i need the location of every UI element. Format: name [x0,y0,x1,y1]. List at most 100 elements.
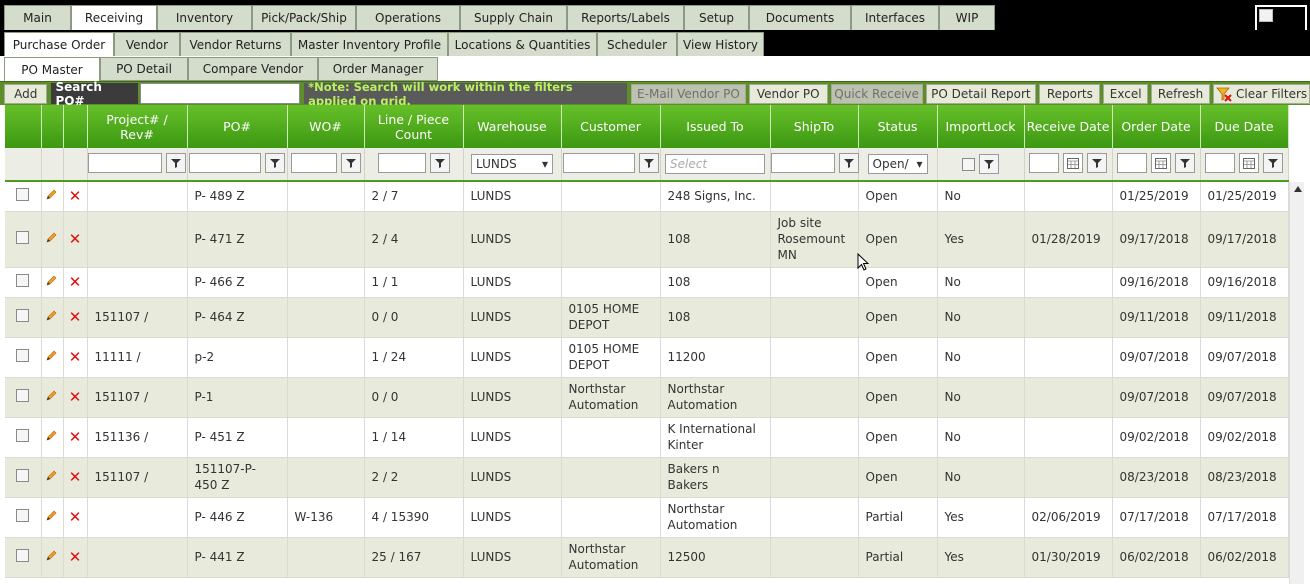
table-row[interactable]: ✕ P- 489 Z 2 / 7 LUNDS 248 Signs, Inc. Open No… [5,181,1289,212]
col-wo[interactable]: WO# [287,105,365,148]
tab-compare-vendor[interactable]: Compare Vendor [188,57,318,81]
edit-pencil-icon[interactable] [46,232,58,246]
filter-icon[interactable] [1175,152,1195,173]
count-filter-input[interactable] [377,152,426,173]
delete-x-icon[interactable]: ✕ [69,468,82,486]
col-project[interactable]: Project# / Rev# [87,105,188,148]
tab-purchase-order[interactable]: Purchase Order [4,32,114,56]
edit-pencil-icon[interactable] [46,510,58,524]
calendar-icon[interactable] [1151,152,1171,173]
clear-filters-button[interactable]: Clear Filters [1213,83,1310,104]
delete-x-icon[interactable]: ✕ [69,187,82,205]
delete-x-icon[interactable]: ✕ [69,548,82,566]
filter-icon[interactable] [429,152,450,173]
tab-receiving[interactable]: Receiving [71,5,157,30]
delete-x-icon[interactable]: ✕ [69,508,82,526]
filter-icon[interactable] [265,152,285,173]
delete-x-icon[interactable]: ✕ [69,230,82,248]
shipto-filter-input[interactable] [770,152,835,173]
row-checkbox[interactable] [16,308,30,322]
edit-pencil-icon[interactable] [46,350,58,364]
tab-view-history[interactable]: View History [677,32,764,56]
calendar-icon[interactable] [1063,152,1083,173]
refresh-button[interactable]: Refresh [1150,83,1211,104]
tab-operations[interactable]: Operations [356,5,460,30]
table-row[interactable]: ✕ 151107 /P- 464 Z 0 / 0 LUNDS 0105 HOME DEP… [5,297,1289,338]
email-vendor-po-button[interactable]: E-Mail Vendor PO [631,83,746,104]
row-checkbox[interactable] [16,230,30,244]
delete-x-icon[interactable]: ✕ [69,428,82,446]
customer-filter-input[interactable] [562,152,635,173]
col-customer[interactable]: Customer [561,105,661,148]
delete-x-icon[interactable]: ✕ [69,348,82,366]
table-row[interactable]: ✕ P- 446 Z W-136 4 / 15390 LUNDS Northstar Au… [5,497,1289,538]
tab-vendor[interactable]: Vendor [114,32,180,56]
project-filter-input[interactable] [88,152,162,173]
excel-button[interactable]: Excel [1103,83,1148,104]
col-issued-to[interactable]: Issued To [660,105,771,148]
reports-button[interactable]: Reports [1039,83,1101,104]
tab-locations-quantities[interactable]: Locations & Quantities [448,32,597,56]
tab-supply-chain[interactable]: Supply Chain [460,5,567,30]
row-checkbox[interactable] [16,468,30,482]
row-checkbox[interactable] [16,548,30,562]
tab-setup[interactable]: Setup [684,5,749,30]
po-filter-input[interactable] [189,152,261,173]
filter-icon[interactable] [1263,152,1283,173]
due-date-filter-input[interactable] [1205,152,1235,173]
tab-interfaces[interactable]: Interfaces [851,5,939,30]
po-detail-report-button[interactable]: PO Detail Report [925,83,1037,104]
col-importlock[interactable]: ImportLock [937,105,1025,148]
add-button[interactable]: Add [4,83,48,104]
wo-filter-input[interactable] [290,152,337,173]
calendar-icon[interactable] [1239,152,1259,173]
tab-wip[interactable]: WIP [939,5,995,30]
filter-icon[interactable] [838,152,859,173]
col-line-piece-count[interactable]: Line / Piece Count [364,105,464,148]
row-checkbox[interactable] [16,508,30,522]
vendor-po-button[interactable]: Vendor PO [748,83,828,104]
table-row[interactable]: ✕ P- 441 Z 25 / 167 LUNDS Northstar Automati… [5,537,1289,578]
order-date-filter-input[interactable] [1117,152,1147,173]
status-filter-select[interactable]: Open/ ▾ [867,154,928,174]
tab-po-detail[interactable]: PO Detail [100,57,188,81]
filter-icon[interactable] [1087,152,1107,173]
filter-icon[interactable] [979,154,999,174]
tab-documents[interactable]: Documents [749,5,851,30]
table-row[interactable]: ✕ 151136 /P- 451 Z 1 / 14 LUNDS K Internatio… [5,417,1289,458]
row-checkbox[interactable] [16,348,30,362]
col-warehouse[interactable]: Warehouse [463,105,562,148]
delete-x-icon[interactable]: ✕ [69,388,82,406]
tab-order-manager[interactable]: Order Manager [318,57,438,81]
tab-inventory[interactable]: Inventory [157,5,252,30]
tab-po-master[interactable]: PO Master [4,57,100,81]
tab-scheduler[interactable]: Scheduler [597,32,677,56]
tab-pick-pack-ship[interactable]: Pick/Pack/Ship [252,5,356,30]
col-status[interactable]: Status [858,105,938,148]
scroll-up-icon[interactable] [1290,182,1305,196]
delete-x-icon[interactable]: ✕ [69,273,82,291]
table-row[interactable]: ✕ P- 466 Z 1 / 1 LUNDS 108 Open No 09/16/2018 09… [5,267,1289,298]
row-checkbox[interactable] [16,273,30,287]
row-checkbox[interactable] [16,388,30,402]
receive-date-filter-input[interactable] [1029,152,1059,173]
issued-to-filter-input[interactable]: Select [665,154,765,174]
col-order-date[interactable]: Order Date [1112,105,1201,148]
quick-receive-button[interactable]: Quick Receive [830,83,923,104]
warehouse-filter-select[interactable]: LUNDS ▾ [471,154,553,174]
tab-master-inventory-profile[interactable]: Master Inventory Profile [291,32,448,56]
tab-main[interactable]: Main [4,5,71,30]
importlock-filter-checkbox[interactable] [962,157,975,171]
table-row[interactable]: ✕ 11111 /p-2 1 / 24 LUNDS 0105 HOME DEPOT 112… [5,337,1289,378]
table-row[interactable]: ✕ 151107 /151107-P- 450 Z 2 / 2 LUNDS Bakers… [5,457,1289,498]
filter-icon[interactable] [638,152,659,173]
edit-pencil-icon[interactable] [46,390,58,404]
tab-vendor-returns[interactable]: Vendor Returns [180,32,291,56]
col-receive-date[interactable]: Receive Date [1024,105,1113,148]
col-due-date[interactable]: Due Date [1200,105,1289,148]
edit-pencil-icon[interactable] [46,189,58,203]
col-shipto[interactable]: ShipTo [770,105,859,148]
edit-pencil-icon[interactable] [46,550,58,564]
edit-pencil-icon[interactable] [46,430,58,444]
table-row[interactable]: ✕ P- 471 Z 2 / 4 LUNDS 108 Job site Rosemount… [5,211,1289,268]
